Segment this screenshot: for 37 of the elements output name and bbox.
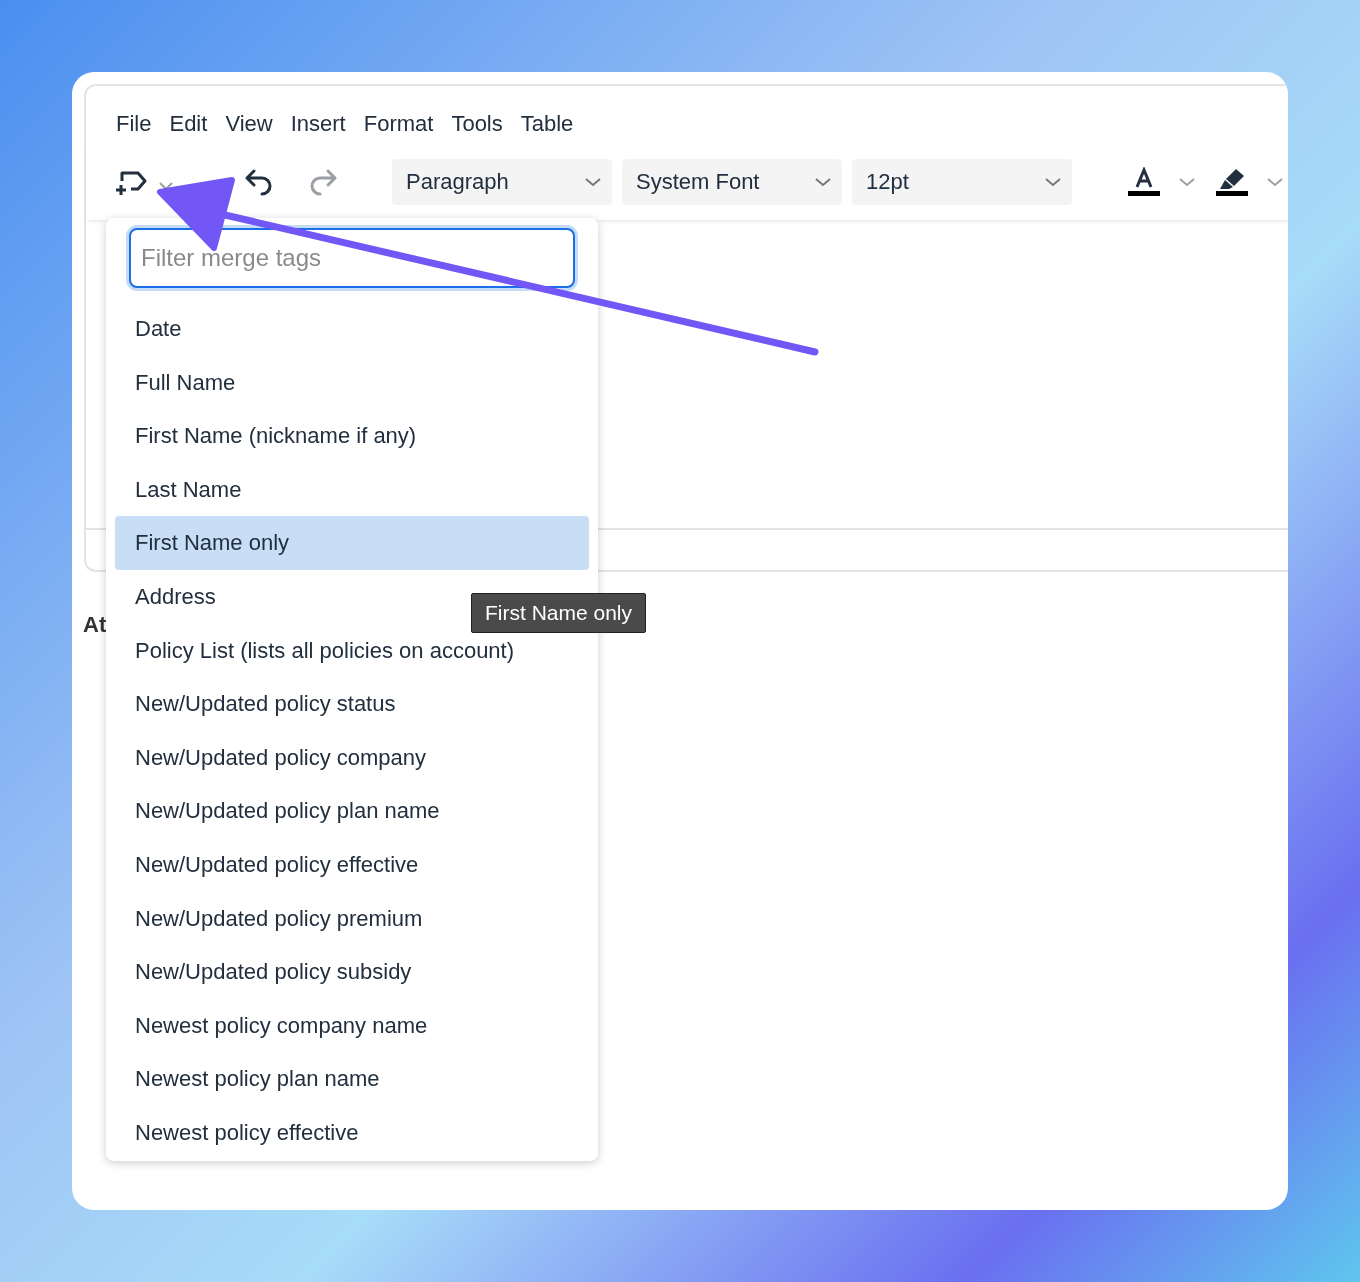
menu-option[interactable]: New/Updated policy premium [115, 891, 589, 946]
menu-item[interactable]: Edit [163, 104, 214, 144]
filter-field[interactable]: Filter merge tags [129, 228, 575, 288]
menu-option[interactable]: Date [115, 302, 589, 356]
format-select[interactable]: Paragraph [392, 159, 612, 205]
section-heading: At [83, 612, 107, 638]
marker-icon [1216, 167, 1248, 197]
chevron-down-icon [814, 177, 832, 187]
menu-option[interactable]: First Name only [115, 516, 589, 570]
format-select[interactable]: System Font [622, 159, 842, 205]
chevron-down-icon [1044, 177, 1062, 187]
menu-option[interactable]: Last Name [115, 462, 589, 517]
menu-option[interactable]: New/Updated policy effective [115, 837, 589, 892]
text-color-icon [1128, 167, 1160, 197]
menu-item[interactable]: Tools [445, 104, 509, 144]
menu-option[interactable]: Newest policy company name [115, 998, 589, 1053]
highlight-button[interactable] [1216, 167, 1248, 197]
menu-option[interactable]: Newest policy plan name [115, 1052, 589, 1106]
menu-option[interactable]: New/Updated policy status [115, 677, 589, 731]
menu-option[interactable]: New/Updated policy company [115, 730, 589, 785]
format-select[interactable]: 12pt [852, 159, 1072, 205]
menu-option[interactable]: First Name (nickname if any) [115, 409, 589, 463]
menu-option[interactable]: New/Updated policy plan name [115, 784, 589, 838]
menu-item[interactable]: View [219, 104, 279, 144]
chevron-down-icon[interactable] [1266, 177, 1284, 187]
menu-item[interactable]: File [110, 104, 158, 144]
text-color-button[interactable] [1128, 167, 1160, 197]
menu-option[interactable]: Full Name [115, 355, 589, 410]
menu-item[interactable]: Table [514, 104, 580, 144]
menu-option[interactable]: Newest policy effective [115, 1105, 589, 1160]
chevron-down-icon[interactable] [158, 181, 174, 191]
menu-item[interactable]: Insert [284, 104, 352, 144]
chevron-down-icon [584, 177, 602, 187]
chevron-down-icon[interactable] [1178, 177, 1196, 187]
menu-item[interactable]: Format [357, 104, 440, 144]
tooltip: First Name only [471, 593, 647, 633]
menu-option[interactable]: New/Updated policy subsidy [115, 945, 589, 999]
